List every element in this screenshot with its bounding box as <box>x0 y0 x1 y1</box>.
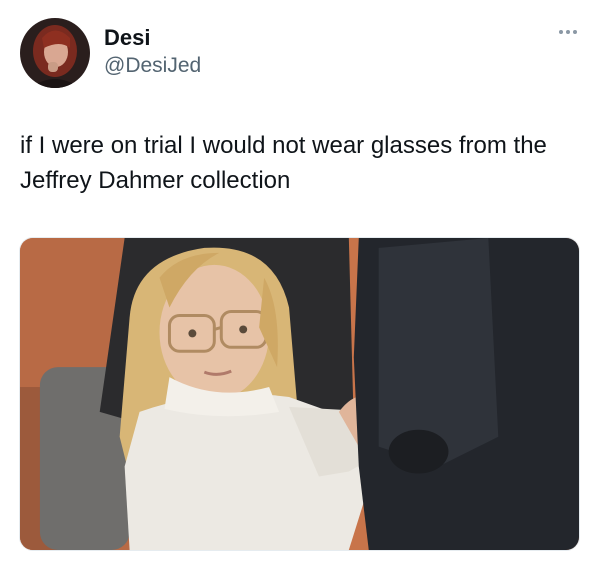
tweet-card: Desi @DesiJed if I were on trial I would… <box>0 0 599 569</box>
tweet-media-photo[interactable] <box>19 237 580 551</box>
courtroom-photo <box>20 238 579 550</box>
more-dot <box>573 30 577 34</box>
more-options-icon[interactable] <box>559 30 577 34</box>
author-handle[interactable]: @DesiJed <box>104 53 201 79</box>
author-display-name[interactable]: Desi <box>104 25 201 51</box>
avatar-image <box>20 18 90 88</box>
tweet-text: if I were on trial I would not wear glas… <box>20 132 547 194</box>
more-dot <box>559 30 563 34</box>
more-dot <box>566 30 570 34</box>
avatar[interactable] <box>20 18 90 88</box>
author-names: Desi @DesiJed <box>104 25 201 79</box>
